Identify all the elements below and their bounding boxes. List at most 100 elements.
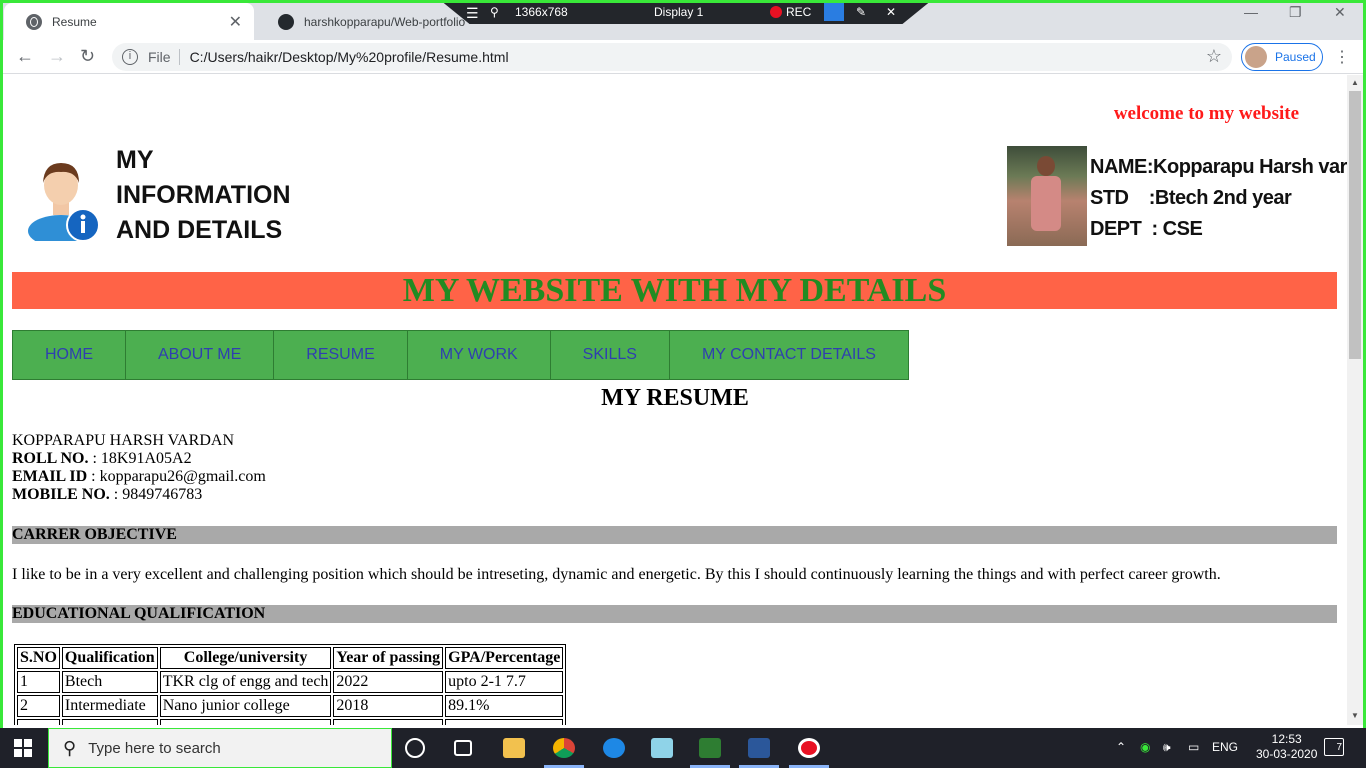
scroll-down-icon[interactable]: ▼ <box>1351 711 1359 720</box>
profile-button[interactable]: Paused <box>1241 43 1323 71</box>
menu-icon[interactable]: ☰ <box>466 5 479 22</box>
table-cell: upto 2-1 7.7 <box>445 671 564 693</box>
notes-app-icon[interactable] <box>651 738 673 758</box>
notification-center-icon[interactable]: 7 <box>1324 738 1344 756</box>
table-cell: 2 <box>17 695 60 717</box>
browser-toolbar: ← → ↻ i File C:/Users/haikr/Desktop/My%2… <box>0 40 1366 74</box>
minimize-icon[interactable]: — <box>1244 4 1258 20</box>
section-heading-objective: CARRER OBJECTIVE <box>12 526 1337 544</box>
info-title-line: MY <box>116 146 154 174</box>
battery-icon[interactable]: ▭ <box>1188 740 1199 754</box>
table-cell: Intermediate <box>61 695 158 717</box>
address-bar[interactable]: i File C:/Users/haikr/Desktop/My%20profi… <box>112 43 1232 71</box>
details-dept: DEPT : CSE <box>1090 218 1203 240</box>
taskbar-search[interactable]: ⚲ Type here to search <box>48 728 392 768</box>
reload-icon[interactable]: ↻ <box>80 46 95 67</box>
clock-time: 12:53 <box>1271 732 1302 746</box>
tab-title: Resume <box>52 14 97 29</box>
mobile-value: : 9849746783 <box>109 486 203 503</box>
table-cell: 89.1% <box>445 695 564 717</box>
vertical-scrollbar[interactable]: ▲ ▼ <box>1347 75 1363 725</box>
objective-text: I like to be in a very excellent and cha… <box>12 566 1221 583</box>
table-row <box>17 719 564 725</box>
chevron-up-icon[interactable]: ⌃ <box>1116 740 1126 754</box>
tab-resume[interactable]: Resume ✕ <box>4 3 254 40</box>
chrome-icon[interactable] <box>553 738 575 758</box>
nav-resume[interactable]: RESUME <box>274 331 408 379</box>
cortana-icon[interactable] <box>405 738 425 758</box>
close-tab-icon[interactable]: ✕ <box>229 12 242 32</box>
table-row: 2 Intermediate Nano junior college 2018 … <box>17 695 564 717</box>
close-recorder-icon[interactable]: ✕ <box>886 5 896 19</box>
kebab-menu-icon[interactable]: ⋮ <box>1334 47 1350 67</box>
details-name: NAME:Kopparapu Harsh vardan <box>1090 156 1347 178</box>
table-cell: 2018 <box>333 695 444 717</box>
search-icon: ⚲ <box>63 737 77 758</box>
rec-button[interactable]: REC <box>770 5 811 19</box>
task-view-icon[interactable] <box>454 740 472 756</box>
page-viewport: welcome to my website MY INFORMATION AND… <box>3 75 1347 725</box>
user-info-icon <box>28 163 100 241</box>
display-label: Display 1 <box>654 5 704 19</box>
language-indicator[interactable]: ENG <box>1212 740 1238 754</box>
mobile-line: MOBILE NO. : 9849746783 <box>12 486 266 504</box>
candidate-name: KOPPARAPU HARSH VARDAN <box>12 432 234 449</box>
table-row: 1 Btech TKR clg of engg and tech 2022 up… <box>17 671 564 693</box>
site-banner: MY WEBSITE WITH MY DETAILS <box>12 272 1337 309</box>
status-dot-icon[interactable]: ◉ <box>1140 740 1150 754</box>
table-cell: TKR clg of engg and tech <box>159 671 332 693</box>
recorder-app-icon[interactable] <box>798 738 820 758</box>
email-label: EMAIL ID <box>12 468 88 485</box>
pen-icon[interactable]: ✎ <box>856 5 866 19</box>
camera-icon[interactable] <box>824 3 844 21</box>
table-cell: 1 <box>17 671 60 693</box>
file-explorer-icon[interactable] <box>503 738 525 758</box>
address-scheme: File <box>148 49 180 65</box>
roll-number: ROLL NO. : 18K91A05A2 <box>12 450 266 468</box>
nav-skills[interactable]: SKILLS <box>551 331 670 379</box>
resolution-label: 1366x768 <box>515 5 568 19</box>
back-icon[interactable]: ← <box>16 46 34 67</box>
roll-label: ROLL NO. <box>12 450 89 467</box>
bookmark-star-icon[interactable]: ☆ <box>1206 46 1222 67</box>
table-cell <box>17 719 60 725</box>
windows-start-icon[interactable] <box>14 739 32 757</box>
rec-label: REC <box>786 5 812 19</box>
search-placeholder: Type here to search <box>88 739 221 757</box>
profile-label: Paused <box>1275 50 1316 64</box>
excel-icon[interactable] <box>699 738 721 758</box>
table-cell <box>159 719 332 725</box>
avatar <box>1245 46 1267 68</box>
pin-icon[interactable]: ⚲ <box>490 5 499 19</box>
table-cell <box>333 719 444 725</box>
restore-icon[interactable]: ❐ <box>1289 4 1302 21</box>
profile-photo <box>1007 146 1087 246</box>
section-heading-education: EDUCATIONAL QUALIFICATION <box>12 605 1337 623</box>
volume-icon[interactable]: 🕪 <box>1163 740 1171 755</box>
table-cell <box>445 719 564 725</box>
table-cell <box>61 719 158 725</box>
nav-contact-details[interactable]: MY CONTACT DETAILS <box>670 331 908 379</box>
nav-about-me[interactable]: ABOUT ME <box>126 331 275 379</box>
roll-value: : 18K91A05A2 <box>88 450 192 467</box>
nav-my-work[interactable]: MY WORK <box>408 331 551 379</box>
table-header-row: S.NO Qualification College/university Ye… <box>17 647 564 669</box>
scroll-up-icon[interactable]: ▲ <box>1351 78 1359 87</box>
welcome-text: welcome to my website <box>1113 103 1299 124</box>
table-header: Year of passing <box>333 647 444 669</box>
scrollbar-thumb[interactable] <box>1349 91 1361 359</box>
edge-icon[interactable] <box>603 738 625 758</box>
clock-date: 30-03-2020 <box>1256 747 1318 761</box>
table-cell: Nano junior college <box>159 695 332 717</box>
email-value: : kopparapu26@gmail.com <box>87 468 266 485</box>
table-header: College/university <box>159 647 332 669</box>
close-window-icon[interactable]: ✕ <box>1334 4 1346 21</box>
address-url[interactable]: C:/Users/haikr/Desktop/My%20profile/Resu… <box>190 49 509 65</box>
forward-icon[interactable]: → <box>48 46 66 67</box>
education-table: S.NO Qualification College/university Ye… <box>14 644 567 725</box>
word-icon[interactable] <box>748 738 770 758</box>
info-icon[interactable]: i <box>122 49 138 65</box>
nav-home[interactable]: HOME <box>13 331 126 379</box>
table-cell: 2022 <box>333 671 444 693</box>
system-clock[interactable]: 12:53 30-03-2020 <box>1256 732 1317 762</box>
